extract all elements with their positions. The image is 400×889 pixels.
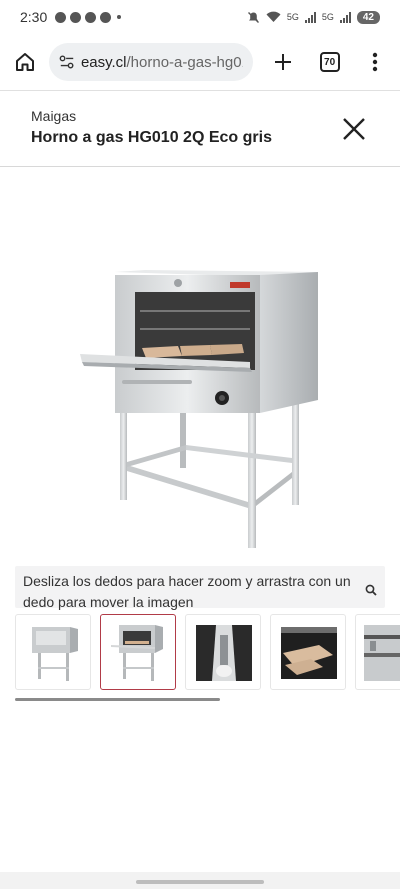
close-icon[interactable] [340, 115, 368, 143]
network-5g-label: 5G [286, 12, 299, 22]
home-button[interactable] [8, 44, 43, 80]
thumbnail-stones-image [281, 627, 337, 679]
status-time: 2:30 [20, 9, 48, 25]
thumbnail-oven-open-image [111, 625, 163, 681]
signal-icon-2 [339, 11, 351, 23]
plus-icon [274, 54, 291, 70]
status-bar: 2:30 5G 5G 42 [0, 0, 400, 34]
messenger-icon [55, 11, 67, 23]
new-tab-button[interactable] [265, 44, 300, 80]
thumbnail-strip [15, 614, 400, 692]
thumbnail-4[interactable] [270, 614, 346, 690]
facebook-icon [70, 11, 82, 23]
url-bar[interactable]: easy.cl/horno-a-gas-hg010- [48, 43, 254, 81]
thumbnail-5[interactable] [355, 614, 400, 690]
tab-count: 70 [319, 52, 340, 72]
battery-indicator: 42 [356, 10, 380, 24]
app-icon [85, 11, 97, 23]
site-settings-icon[interactable] [59, 54, 75, 70]
notification-icons [55, 11, 122, 23]
system-icons: 5G 5G 42 [247, 10, 380, 24]
thumbnail-2[interactable] [100, 614, 176, 690]
product-title: Horno a gas HG010 2Q Eco gris [31, 129, 272, 146]
product-brand: Maigas [31, 108, 77, 124]
thumbnail-oven-closed-image [32, 627, 78, 681]
thumbnail-scrollbar[interactable] [15, 698, 385, 701]
thumbnail-3[interactable] [185, 614, 261, 690]
menu-button[interactable] [357, 44, 392, 80]
mute-icon [247, 11, 259, 23]
thumbnail-burner-image [196, 625, 252, 681]
chrome-icon [100, 11, 112, 23]
more-vert-icon [372, 52, 377, 72]
signal-icon [304, 11, 316, 23]
network-5g-label-2: 5G [321, 12, 334, 22]
thumbnail-1[interactable] [15, 614, 91, 690]
product-header: Maigas Horno a gas HG010 2Q Eco gris [0, 91, 400, 167]
zoom-icon [365, 584, 377, 596]
home-icon [16, 53, 35, 71]
zoom-hint: Desliza los dedos para hacer zoom y arra… [15, 566, 385, 610]
tab-switcher-button[interactable]: 70 [312, 44, 347, 80]
thumbnail-scrollbar-thumb[interactable] [15, 698, 220, 701]
more-notifications-icon [117, 15, 122, 19]
thumbnail-detail-image [364, 625, 400, 681]
wifi-icon [266, 11, 281, 22]
browser-toolbar: easy.cl/horno-a-gas-hg010- 70 [0, 34, 400, 90]
zoom-hint-text: Desliza los dedos para hacer zoom y arra… [23, 573, 351, 610]
url-path: /horno-a-gas-hg010- [126, 53, 244, 71]
url-text[interactable]: easy.cl/horno-a-gas-hg010- [81, 54, 243, 71]
home-indicator[interactable] [136, 880, 264, 884]
product-main-image[interactable] [70, 250, 330, 555]
url-host: easy.cl [80, 53, 127, 71]
